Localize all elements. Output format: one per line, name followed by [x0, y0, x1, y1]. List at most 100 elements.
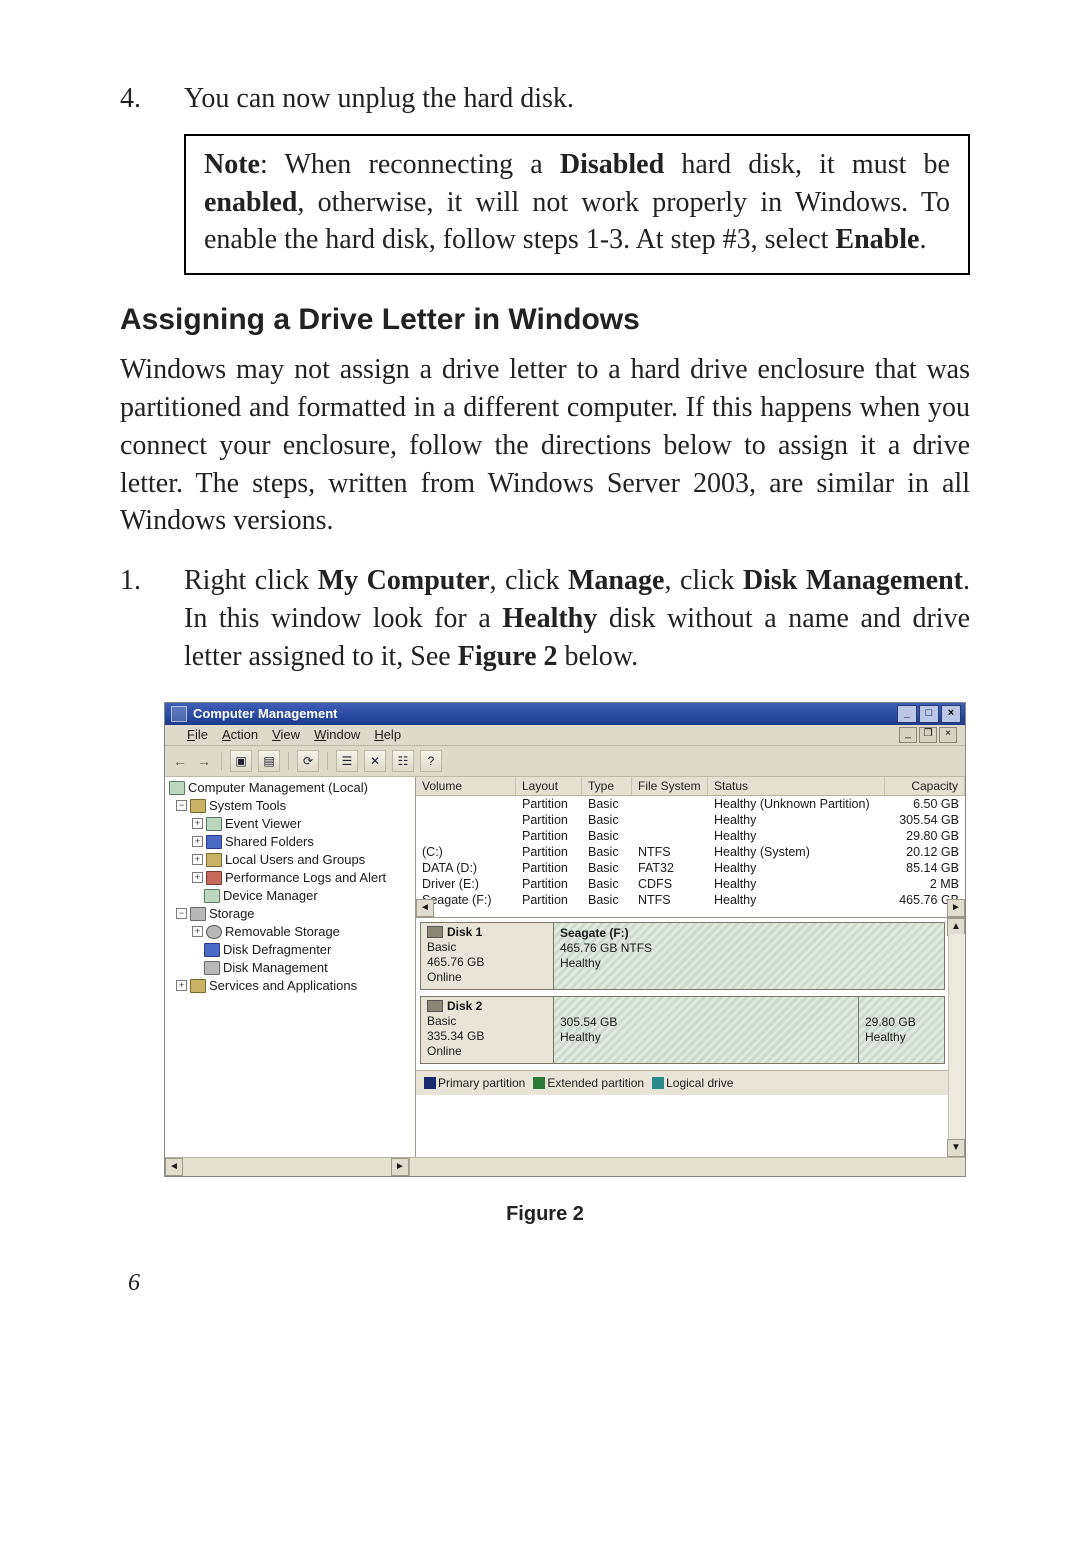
toolbar-help-button[interactable]: ? [420, 750, 442, 772]
disk-icon [427, 926, 443, 938]
step1-b5: Figure 2 [458, 641, 558, 672]
toolbar-button-6[interactable]: ☷ [392, 750, 414, 772]
note-seg4: . [919, 224, 926, 255]
maximize-button[interactable]: □ [919, 705, 939, 723]
toolbar-button-1[interactable]: ▣ [230, 750, 252, 772]
legend-primary-label: Primary partition [438, 1076, 525, 1090]
menu-file[interactable]: File [187, 727, 208, 742]
step1-text: Right click My Computer, click Manage, c… [184, 562, 970, 675]
inner-minimize-button[interactable]: _ [899, 727, 917, 743]
step1-seg3: , click [664, 565, 742, 596]
disk1-block[interactable]: Disk 1 Basic 465.76 GB Online Seagate (F… [420, 922, 945, 990]
note-lead: Note [204, 149, 260, 180]
volume-row[interactable]: PartitionBasicHealthy (Unknown Partition… [416, 796, 965, 812]
disk1-label: Disk 1 Basic 465.76 GB Online [421, 923, 554, 989]
legend-logical-label: Logical drive [666, 1076, 733, 1090]
hscroll-left-icon[interactable]: ◄ [416, 899, 434, 917]
col-capacity[interactable]: Capacity [885, 777, 965, 795]
status-bar: ◄ ► [165, 1157, 965, 1176]
step1-b1: My Computer [318, 565, 490, 596]
volume-row[interactable]: Seagate (F:)PartitionBasicNTFSHealthy465… [416, 892, 965, 908]
note-bold2: enabled [204, 187, 297, 218]
volume-list-header: Volume Layout Type File System Status Ca… [416, 777, 965, 796]
tree-removable-storage[interactable]: +Removable Storage [169, 923, 413, 941]
close-button[interactable]: × [941, 705, 961, 723]
tree-root[interactable]: Computer Management (Local) [169, 779, 413, 797]
hscroll-right-icon[interactable]: ► [947, 899, 965, 917]
disk2-block[interactable]: Disk 2 Basic 335.34 GB Online 305.54 GB … [420, 996, 945, 1064]
menubar: File Action View Window Help _ ❐ × [165, 725, 965, 746]
tree-device-manager[interactable]: Device Manager [169, 887, 413, 905]
disk2-label: Disk 2 Basic 335.34 GB Online [421, 997, 554, 1063]
volume-row[interactable]: PartitionBasicHealthy305.54 GB [416, 812, 965, 828]
tree-event-viewer[interactable]: +Event Viewer [169, 815, 413, 833]
menu-action[interactable]: Action [222, 727, 258, 742]
legend-extended-swatch [533, 1077, 545, 1089]
legend-logical-swatch [652, 1077, 664, 1089]
toolbar-refresh-button[interactable]: ⟳ [297, 750, 319, 772]
tree-hscroll-right-icon[interactable]: ► [391, 1158, 409, 1176]
step4-number: 4. [120, 80, 184, 118]
step1-b4: Healthy [502, 603, 597, 634]
app-icon [171, 706, 187, 722]
vscroll-track[interactable] [948, 934, 965, 1141]
toolbar-properties-button[interactable]: ☰ [336, 750, 358, 772]
tree-shared-folders[interactable]: +Shared Folders [169, 833, 413, 851]
window-titlebar: Computer Management _ □ × [165, 703, 965, 725]
toolbar-button-2[interactable]: ▤ [258, 750, 280, 772]
legend: Primary partition Extended partition Log… [416, 1070, 965, 1095]
step1-seg6: below. [558, 641, 639, 672]
note-seg1: : When reconnecting a [260, 149, 560, 180]
nav-forward-icon[interactable]: → [195, 753, 213, 769]
col-filesystem[interactable]: File System [632, 777, 708, 795]
legend-extended-label: Extended partition [547, 1076, 644, 1090]
disk2-partition1[interactable]: 305.54 GB Healthy [554, 997, 858, 1063]
col-status[interactable]: Status [708, 777, 885, 795]
col-type[interactable]: Type [582, 777, 632, 795]
tree-defragmenter[interactable]: Disk Defragmenter [169, 941, 413, 959]
legend-primary-swatch [424, 1077, 436, 1089]
tree-perf-logs[interactable]: +Performance Logs and Alert [169, 869, 413, 887]
volume-list[interactable]: Volume Layout Type File System Status Ca… [416, 777, 965, 918]
volume-row[interactable]: PartitionBasicHealthy29.80 GB [416, 828, 965, 844]
disk-graphical-view[interactable]: ▲ ▼ Disk 1 Basic 465.76 GB Online [416, 918, 965, 1157]
tree-system-tools[interactable]: −System Tools [169, 797, 413, 815]
step4-text: You can now unplug the hard disk. [184, 80, 970, 118]
menu-view[interactable]: View [272, 727, 300, 742]
tree-disk-management[interactable]: Disk Management [169, 959, 413, 977]
inner-close-button[interactable]: × [939, 727, 957, 743]
nav-tree[interactable]: Computer Management (Local) −System Tool… [165, 777, 416, 1157]
tree-services[interactable]: +Services and Applications [169, 977, 413, 995]
col-layout[interactable]: Layout [516, 777, 582, 795]
step1-b2: Manage [568, 565, 664, 596]
minimize-button[interactable]: _ [897, 705, 917, 723]
intro-paragraph: Windows may not assign a drive letter to… [120, 351, 970, 540]
disk1-partition1[interactable]: Seagate (F:) 465.76 GB NTFS Healthy [554, 923, 944, 989]
nav-back-icon[interactable]: ← [171, 753, 189, 769]
page-number: 6 [128, 1270, 970, 1297]
disk2-partition2[interactable]: 29.80 GB Healthy [858, 997, 944, 1063]
menu-help[interactable]: Help [374, 727, 401, 742]
tree-local-users[interactable]: +Local Users and Groups [169, 851, 413, 869]
computer-management-screenshot: Computer Management _ □ × File Action Vi… [164, 702, 966, 1177]
toolbar: ← → ▣ ▤ ⟳ ☰ ✕ ☷ ? [165, 746, 965, 777]
disk-icon [427, 1000, 443, 1012]
inner-restore-button[interactable]: ❐ [919, 727, 937, 743]
volume-row[interactable]: (C:)PartitionBasicNTFSHealthy (System)20… [416, 844, 965, 860]
col-volume[interactable]: Volume [416, 777, 516, 795]
note-seg2: hard disk, it must be [664, 149, 950, 180]
tree-storage[interactable]: −Storage [169, 905, 413, 923]
step1-b3: Disk Management [743, 565, 963, 596]
volume-row[interactable]: DATA (D:)PartitionBasicFAT32Healthy85.14… [416, 860, 965, 876]
note-box: Note: When reconnecting a Disabled hard … [184, 134, 970, 275]
note-bold1: Disabled [560, 149, 664, 180]
window-title: Computer Management [193, 706, 337, 721]
figure-caption: Figure 2 [120, 1203, 970, 1226]
section-heading: Assigning a Drive Letter in Windows [120, 303, 970, 337]
vscroll-down-icon[interactable]: ▼ [947, 1139, 965, 1157]
tree-hscroll-left-icon[interactable]: ◄ [165, 1158, 183, 1176]
menu-window[interactable]: Window [314, 727, 360, 742]
toolbar-delete-button[interactable]: ✕ [364, 750, 386, 772]
note-bold3: Enable [835, 224, 919, 255]
volume-row[interactable]: Driver (E:)PartitionBasicCDFSHealthy2 MB [416, 876, 965, 892]
